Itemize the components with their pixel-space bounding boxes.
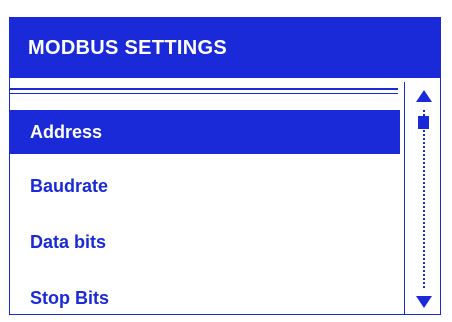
- menu-item-label: Data bits: [30, 232, 107, 252]
- settings-menu-list: Address Baudrate Data bits Stop Bits: [10, 110, 400, 314]
- menu-item-baudrate[interactable]: Baudrate: [10, 166, 400, 222]
- arrow-down-icon[interactable]: [416, 296, 432, 308]
- menu-item-address[interactable]: Address: [10, 110, 400, 154]
- divider-bottom: [10, 93, 398, 94]
- menu-item-label: Stop Bits: [30, 288, 109, 308]
- divider-top: [10, 88, 398, 90]
- menu-item-label: Address: [30, 122, 103, 142]
- menu-item-data-bits[interactable]: Data bits: [10, 222, 400, 278]
- scrollbar[interactable]: [404, 82, 440, 314]
- menu-item-label: Baudrate: [30, 176, 109, 196]
- menu-item-stop-bits[interactable]: Stop Bits: [10, 278, 400, 314]
- arrow-up-icon[interactable]: [416, 90, 432, 102]
- modbus-settings-screen: MODBUS SETTINGS Address Baudrate Data bi…: [9, 17, 441, 315]
- page-title: MODBUS SETTINGS: [10, 18, 440, 78]
- scroll-thumb[interactable]: [418, 116, 429, 129]
- scroll-track: [423, 110, 425, 288]
